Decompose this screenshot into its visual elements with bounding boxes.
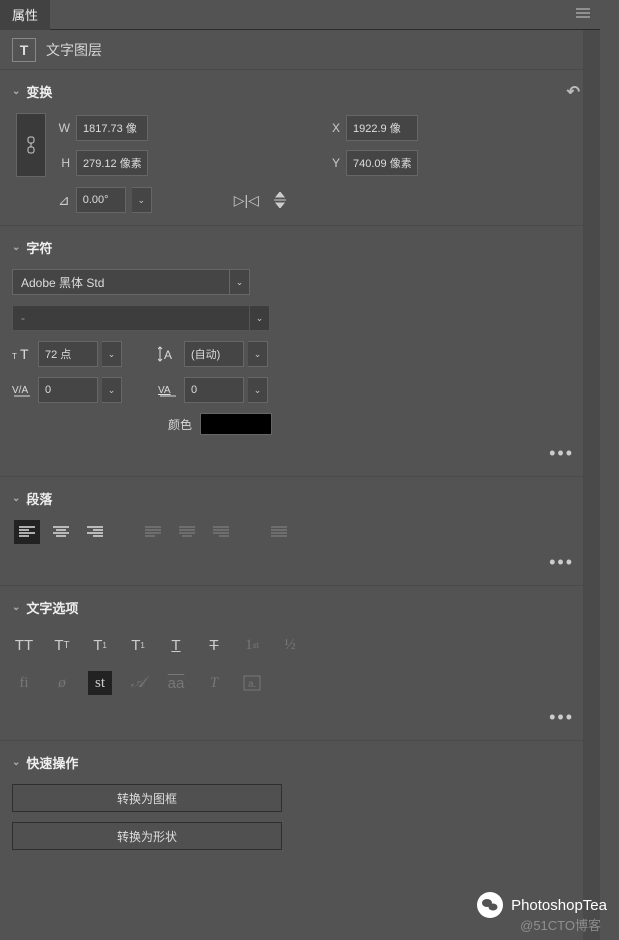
chevron-down-icon: ⌄ <box>12 86 20 97</box>
kerning-dropdown[interactable]: ⌄ <box>248 377 268 403</box>
x-input[interactable] <box>346 115 418 141</box>
font-dropdown[interactable]: ⌄ <box>230 269 250 295</box>
underline-button[interactable]: T <box>164 633 188 657</box>
section-paragraph: ⌄ 段落 ••• <box>0 477 600 586</box>
width-label: W <box>56 121 70 135</box>
superscript-button[interactable]: T1 <box>88 633 112 657</box>
reset-icon[interactable]: ↶ <box>567 82 580 102</box>
character-title: 字符 <box>26 238 52 257</box>
strikethrough-button[interactable]: T <box>202 633 226 657</box>
transform-header[interactable]: ⌄ 变换 ↶ <box>12 82 588 101</box>
chevron-down-icon: ⌄ <box>12 242 20 253</box>
paragraph-title: 段落 <box>26 489 52 508</box>
color-swatch[interactable] <box>200 413 272 435</box>
more-options-icon[interactable]: ••• <box>12 443 588 464</box>
tracking-dropdown[interactable]: ⌄ <box>102 377 122 403</box>
svg-text:VA: VA <box>158 385 171 396</box>
justify-center-button[interactable] <box>174 520 200 544</box>
font-style-input[interactable] <box>12 305 250 331</box>
align-center-button[interactable] <box>48 520 74 544</box>
svg-text:T: T <box>20 347 29 361</box>
height-input[interactable] <box>76 150 148 176</box>
convert-to-shape-button[interactable]: 转换为形状 <box>12 822 282 850</box>
scrollbar[interactable] <box>583 30 600 940</box>
color-label: 颜色 <box>168 416 192 433</box>
leading-icon: A <box>158 346 180 362</box>
section-character: ⌄ 字符 ⌄ ⌄ TT ⌄ A <box>0 226 600 477</box>
justify-right-button[interactable] <box>208 520 234 544</box>
transform-title: 变换 <box>26 82 52 101</box>
flip-horizontal-icon[interactable]: ▷|◁ <box>234 192 259 209</box>
svg-text:V/A: V/A <box>12 385 28 396</box>
ordinals-button[interactable]: 1st <box>240 633 264 657</box>
text-options-title: 文字选项 <box>26 598 78 617</box>
swash-button[interactable]: 𝒜 <box>126 671 150 695</box>
chevron-down-icon: ⌄ <box>12 493 20 504</box>
tab-bar: 属性 <box>0 0 600 30</box>
section-quick-actions: ⌄ 快速操作 转换为图框 转换为形状 <box>0 741 600 872</box>
angle-input[interactable] <box>76 187 126 213</box>
size-dropdown[interactable]: ⌄ <box>102 341 122 367</box>
layer-header: T 文字图层 <box>0 30 600 70</box>
more-options-icon[interactable]: ••• <box>12 552 588 573</box>
more-options-icon[interactable]: ••• <box>12 707 588 728</box>
link-dimensions-button[interactable] <box>16 113 46 177</box>
flip-vertical-icon[interactable] <box>273 192 287 209</box>
width-input[interactable] <box>76 115 148 141</box>
std-ligatures-button[interactable]: fi <box>12 671 36 695</box>
y-label: Y <box>326 156 340 170</box>
section-transform: ⌄ 变换 ↶ W X H Y <box>0 70 600 226</box>
section-text-options: ⌄ 文字选项 TT TT T1 T1 T T 1st ½ fi ø st 𝒜 a… <box>0 586 600 741</box>
character-header[interactable]: ⌄ 字符 <box>12 238 588 257</box>
discretionary-lig-button[interactable]: st <box>88 671 112 695</box>
height-label: H <box>56 156 70 170</box>
svg-text:a.: a. <box>248 679 256 690</box>
alt-glyph-button[interactable]: a. <box>240 671 264 695</box>
y-input[interactable] <box>346 150 418 176</box>
stylistic-alt-button[interactable]: aa <box>164 671 188 695</box>
font-size-icon: TT <box>12 347 34 361</box>
kerning-input[interactable] <box>184 377 244 403</box>
contextual-alt-button[interactable]: ø <box>50 671 74 695</box>
chevron-down-icon: ⌄ <box>12 757 20 768</box>
justify-left-button[interactable] <box>140 520 166 544</box>
quick-actions-title: 快速操作 <box>26 753 78 772</box>
small-caps-button[interactable]: TT <box>50 633 74 657</box>
align-left-button[interactable] <box>14 520 40 544</box>
fractions-button[interactable]: ½ <box>278 633 302 657</box>
leading-dropdown[interactable]: ⌄ <box>248 341 268 367</box>
tracking-icon: V/A <box>12 383 34 397</box>
align-right-button[interactable] <box>82 520 108 544</box>
font-size-input[interactable] <box>38 341 98 367</box>
convert-to-frame-button[interactable]: 转换为图框 <box>12 784 282 812</box>
style-dropdown[interactable]: ⌄ <box>250 305 270 331</box>
subscript-button[interactable]: T1 <box>126 633 150 657</box>
chevron-down-icon: ⌄ <box>12 602 20 613</box>
type-layer-badge: T <box>12 38 36 62</box>
wechat-icon <box>477 892 503 918</box>
all-caps-button[interactable]: TT <box>12 633 36 657</box>
font-family-input[interactable] <box>12 269 230 295</box>
layer-type-label: 文字图层 <box>46 40 102 60</box>
justify-all-button[interactable] <box>266 520 292 544</box>
text-options-header[interactable]: ⌄ 文字选项 <box>12 598 588 617</box>
watermark-text: PhotoshopTea <box>511 897 607 914</box>
watermark-sub: @51CTO博客 <box>520 915 601 934</box>
tracking-input[interactable] <box>38 377 98 403</box>
x-label: X <box>326 121 340 135</box>
svg-text:A: A <box>164 348 172 362</box>
quick-actions-header[interactable]: ⌄ 快速操作 <box>12 753 588 772</box>
angle-icon: ⊿ <box>58 192 70 209</box>
paragraph-header[interactable]: ⌄ 段落 <box>12 489 588 508</box>
svg-text:T: T <box>12 352 17 361</box>
leading-input[interactable] <box>184 341 244 367</box>
panel-menu-icon[interactable] <box>576 8 590 18</box>
titling-alt-button[interactable]: T <box>202 671 226 695</box>
properties-panel: 属性 T 文字图层 ⌄ 变换 ↶ W X H <box>0 0 600 940</box>
tab-properties[interactable]: 属性 <box>0 0 50 30</box>
angle-dropdown[interactable]: ⌄ <box>132 187 152 213</box>
kerning-icon: VA <box>158 383 180 397</box>
